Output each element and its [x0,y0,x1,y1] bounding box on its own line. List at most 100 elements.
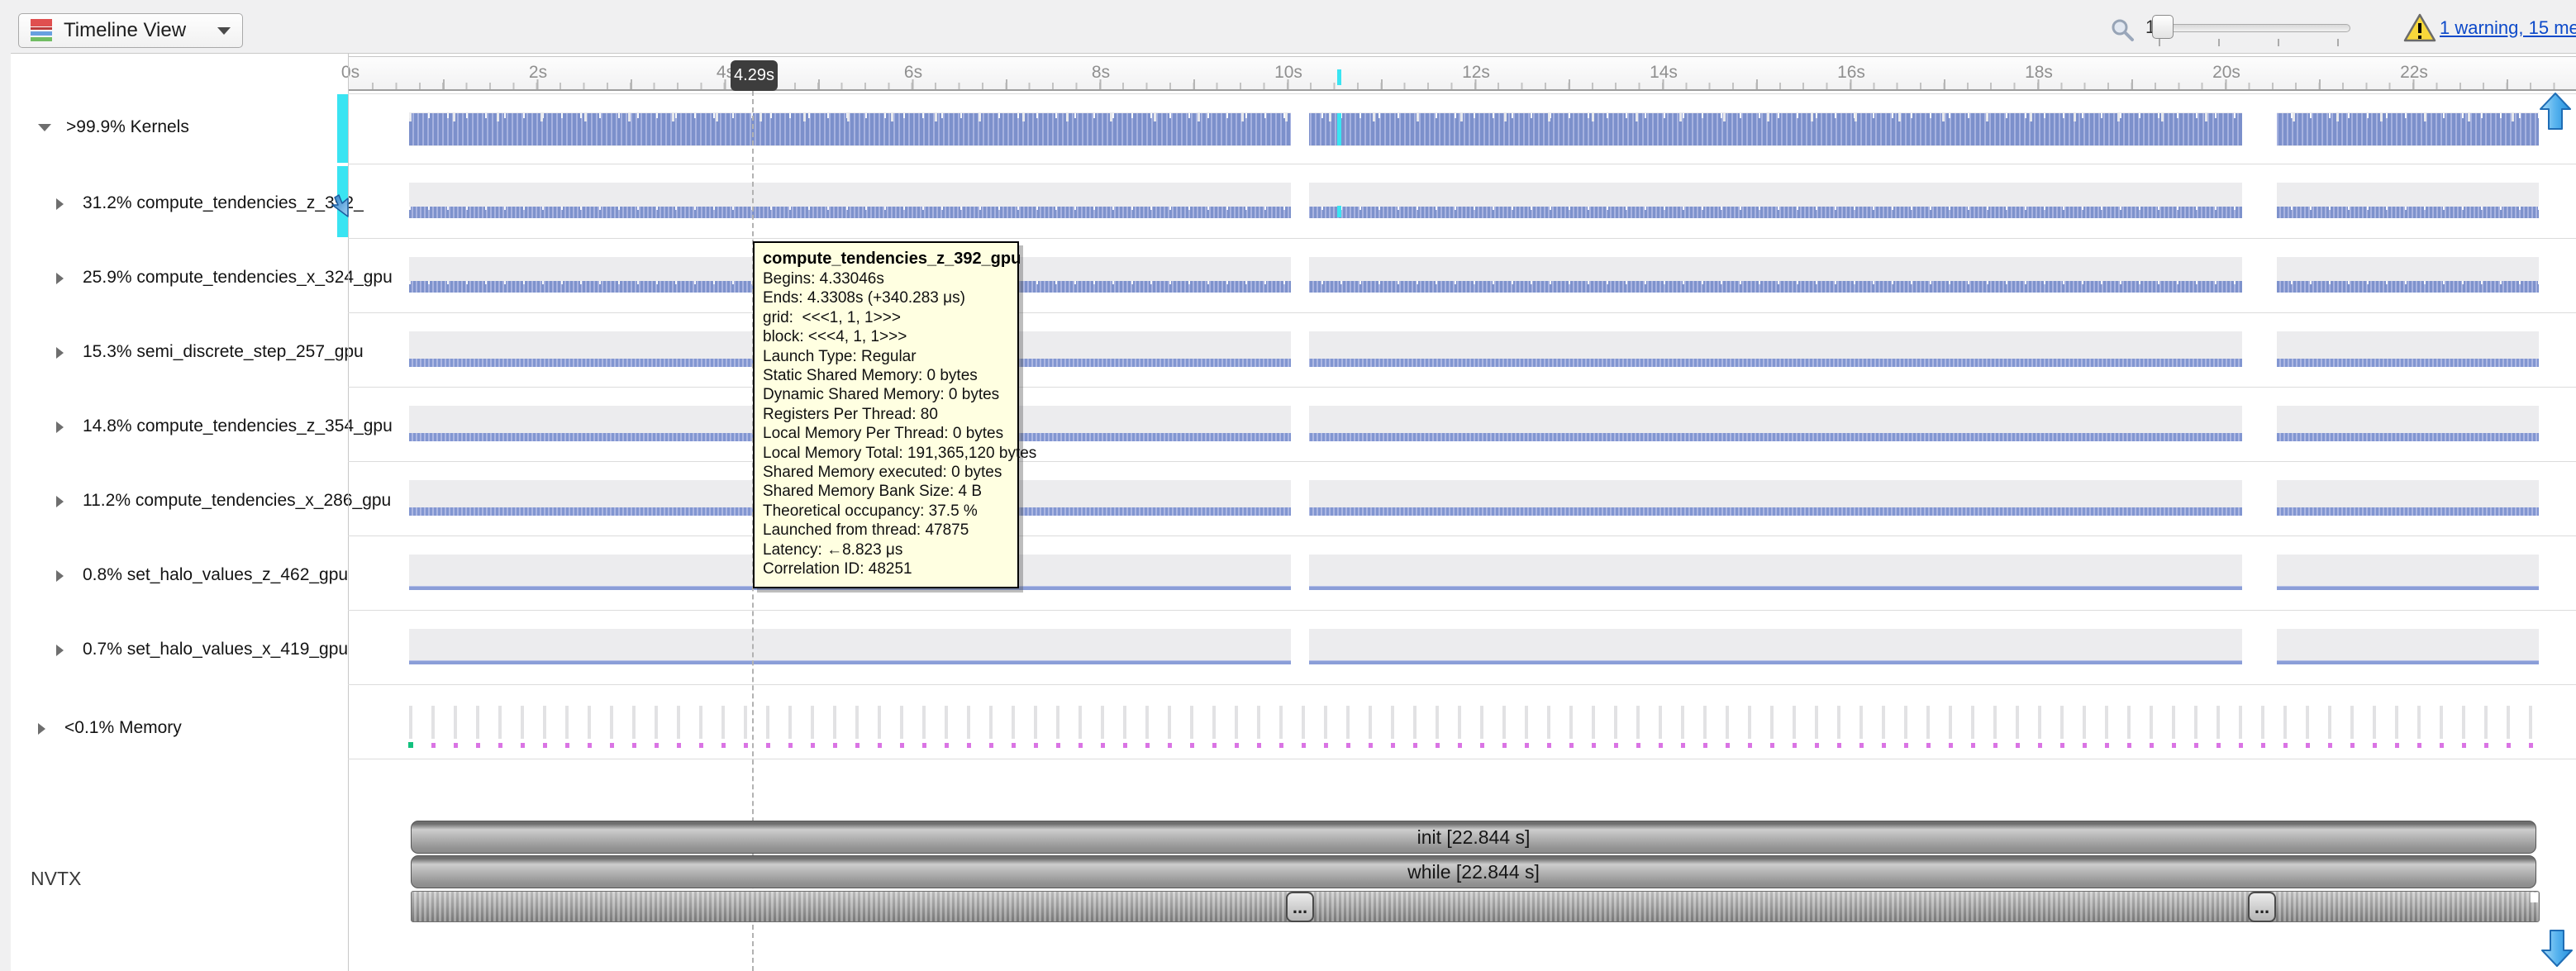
tooltip-line: Begins: 4.33046s [763,269,1009,288]
timeline-gap [1291,93,1309,684]
kernel-tooltip-title: compute_tendencies_z_392_gpu [763,248,1009,269]
zoom-slider-tick [2218,39,2220,46]
sidebar-item-semi_discrete_step_257_gpu[interactable]: 15.3% semi_discrete_step_257_gpu [0,341,347,364]
toolbar: Timeline View 1x 1 warning, 15 messages [0,0,2576,54]
kernel-activity-bars[interactable] [409,586,2539,590]
sidebar-item-label: <0.1% Memory [64,718,182,738]
row-divider [348,610,2576,611]
chevron-collapsed-icon[interactable] [56,273,64,284]
kernel-tooltip-body: Begins: 4.33046sEnds: 4.3308s (+340.283 … [763,269,1009,579]
scroll-down-arrow[interactable] [2539,927,2575,969]
nvtx-range-init-label: init [22.844 s] [1417,826,1531,849]
nvtx-iterations-bar[interactable] [411,891,2540,922]
sidebar-item-label: >99.9% Kernels [66,117,189,137]
sidebar-item-kernels[interactable]: >99.9% Kernels [0,117,347,140]
tooltip-line: Correlation ID: 48251 [763,559,1009,578]
selected-kernel-marker [1337,113,1341,145]
sidebar-item-label: 0.7% set_halo_values_x_419_gpu [83,640,348,659]
row-divider [348,684,2576,685]
kernel-density-jitter [409,281,2539,284]
chevron-collapsed-icon[interactable] [56,496,64,507]
nvtx-iterations-end-notch [2531,892,2538,902]
row-divider [348,535,2576,536]
sidebar-item-compute_tendencies_z_392_[interactable]: 31.2% compute_tendencies_z_392_ [0,193,347,216]
row-divider [348,387,2576,388]
collapsed-ranges-button[interactable]: ... [2248,892,2276,922]
sidebar-item-label: 15.3% semi_discrete_step_257_gpu [83,342,364,362]
timeline-gap [2242,93,2277,684]
chevron-collapsed-icon[interactable] [38,723,45,735]
chevron-collapsed-icon[interactable] [56,198,64,210]
chevron-collapsed-icon[interactable] [56,421,64,433]
tooltip-line: Static Shared Memory: 0 bytes [763,366,1009,385]
tooltip-line: grid: <<<1, 1, 1>>> [763,308,1009,327]
kernel-tooltip: compute_tendencies_z_392_gpu Begins: 4.3… [753,241,1019,588]
sidebar-item-set_halo_values_z_462_gpu[interactable]: 0.8% set_halo_values_z_462_gpu [0,564,347,588]
view-selector-dropdown[interactable]: Timeline View [18,13,243,48]
kernel-activity-bars[interactable] [409,660,2539,664]
selected-kernel-marker [1337,206,1341,217]
nvtx-range-init[interactable]: init [22.844 s] [411,821,2536,854]
ruler-tick-label: 0s [341,63,359,83]
time-cursor-badge: 4.29s [731,60,778,91]
nvtx-range-while-label: while [22.844 s] [1407,861,1540,883]
scroll-up-arrow[interactable] [2537,91,2574,132]
zoom-magnifier-icon [2109,17,2136,43]
sidebar-item-label: 14.8% compute_tendencies_z_354_gpu [83,416,393,436]
row-focus-indicator [337,94,348,163]
view-selector-label: Timeline View [64,19,186,42]
chevron-expanded-icon[interactable] [38,124,51,131]
zoom-slider-tick [2337,39,2339,46]
tooltip-line: Launched from thread: 47875 [763,521,1009,540]
nsight-timeline-window: Timeline View 1x 1 warning, 15 messages … [0,0,2576,971]
track-row-background[interactable] [409,629,2539,663]
kernel-activity-bars[interactable] [409,433,2539,441]
tooltip-line: Ends: 4.3308s (+340.283 μs) [763,288,1009,307]
nvtx-range-while[interactable]: while [22.844 s] [411,855,2536,888]
mouse-cursor-icon [321,188,350,218]
row-divider [348,312,2576,313]
tooltip-line: Latency: ←8.823 μs [763,540,1009,559]
memory-first-dot [408,742,413,748]
kernel-density-jitter [409,113,2539,121]
zoom-slider-tick [2278,39,2279,46]
messages-link[interactable]: 1 warning, 15 messages [2440,17,2576,39]
sidebar-item-compute_tendencies_x_286_gpu[interactable]: 11.2% compute_tendencies_x_286_gpu [0,490,347,513]
sidebar-item-label: 11.2% compute_tendencies_x_286_gpu [83,491,391,511]
tooltip-line: Theoretical occupancy: 37.5 % [763,502,1009,521]
tooltip-line: Shared Memory Bank Size: 4 B [763,482,1009,501]
kernel-activity-bars[interactable] [409,359,2539,367]
tooltip-line: Dynamic Shared Memory: 0 bytes [763,385,1009,404]
track-row-background[interactable] [409,555,2539,588]
sidebar-item-memory[interactable]: <0.1% Memory [0,717,347,740]
sidebar-item-compute_tendencies_z_354_gpu[interactable]: 14.8% compute_tendencies_z_354_gpu [0,416,347,439]
sidebar-item-set_halo_values_x_419_gpu[interactable]: 0.7% set_halo_values_x_419_gpu [0,639,347,662]
tooltip-line: Shared Memory executed: 0 bytes [763,463,1009,482]
zoom-slider-track[interactable] [2155,24,2350,32]
timeline-view-icon [31,19,52,42]
tooltip-line: Local Memory Total: 191,365,120 bytes [763,444,1009,463]
sidebar-item-label: 0.8% set_halo_values_z_462_gpu [83,565,348,585]
tooltip-line: Local Memory Per Thread: 0 bytes [763,424,1009,443]
warning-icon [2403,13,2436,43]
row-divider [348,238,2576,239]
kernel-activity-bars[interactable] [409,507,2539,516]
chevron-collapsed-icon[interactable] [56,645,64,656]
chevron-collapsed-icon[interactable] [56,347,64,359]
nvtx-row-label: NVTX [31,868,81,890]
kernel-density-jitter [409,207,2539,210]
sidebar-item-compute_tendencies_x_324_gpu[interactable]: 25.9% compute_tendencies_x_324_gpu [0,267,347,290]
memory-operation-dots[interactable] [409,743,2539,748]
collapsed-ranges-button[interactable]: ... [1286,892,1314,922]
zoom-slider-handle[interactable] [2152,15,2174,39]
chevron-collapsed-icon[interactable] [56,570,64,582]
tooltip-line: Launch Type: Regular [763,347,1009,366]
chevron-down-icon [217,27,231,35]
row-divider [348,461,2576,462]
tooltip-line: block: <<<4, 1, 1>>> [763,327,1009,346]
memory-activity-bars[interactable] [409,706,2539,739]
row-divider [348,93,2576,94]
selection-marker-ruler [1337,69,1341,85]
sidebar-item-label: 25.9% compute_tendencies_x_324_gpu [83,268,393,288]
zoom-slider-tick [2159,39,2160,46]
